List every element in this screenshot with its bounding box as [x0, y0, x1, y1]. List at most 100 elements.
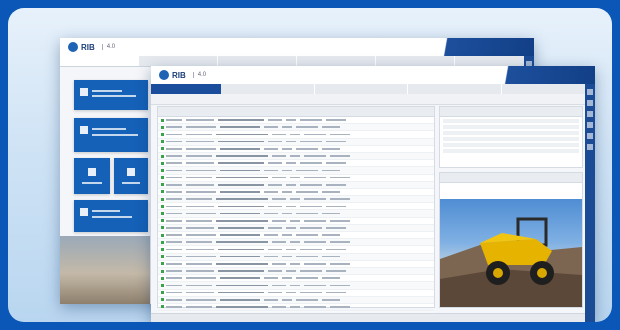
table-row[interactable] [158, 167, 434, 175]
dashboard-tile-4[interactable] [114, 158, 148, 194]
detail-field[interactable] [443, 137, 579, 141]
cell-placeholder [268, 119, 282, 121]
cell-placeholder [186, 306, 212, 308]
front-tab-icons[interactable] [151, 84, 221, 94]
cell-placeholder [186, 270, 214, 272]
table-row[interactable] [158, 152, 434, 161]
table-row[interactable] [158, 203, 434, 211]
tile-line [82, 182, 102, 184]
cell-placeholder [166, 176, 182, 179]
cell-placeholder [166, 227, 182, 229]
cell-placeholder [300, 119, 322, 121]
back-tab-2[interactable] [139, 56, 218, 66]
dashboard-tile-3[interactable] [74, 158, 110, 194]
cell-placeholder [216, 263, 268, 265]
front-tab-2[interactable] [314, 84, 408, 94]
table-row[interactable] [158, 117, 434, 125]
check-icon [161, 219, 164, 223]
sidebar-icon[interactable] [587, 100, 593, 106]
cell-placeholder [186, 162, 214, 165]
back-tab-4[interactable] [297, 56, 376, 66]
cell-placeholder [186, 255, 216, 258]
table-row[interactable] [158, 210, 434, 218]
cell-placeholder [272, 306, 286, 308]
table-row[interactable] [158, 160, 434, 168]
front-tab-4[interactable] [501, 84, 595, 94]
cell-placeholder [264, 298, 278, 301]
cell-placeholder [216, 284, 268, 287]
check-icon [161, 132, 164, 136]
sidebar-icon[interactable] [587, 122, 593, 128]
table-row[interactable] [158, 232, 434, 240]
cell-placeholder [290, 133, 300, 136]
cell-placeholder [326, 248, 346, 251]
check-icon [161, 212, 164, 216]
cell-placeholder [300, 162, 322, 165]
cell-placeholder [166, 119, 182, 121]
table-row[interactable] [158, 275, 434, 283]
cell-placeholder [300, 183, 322, 186]
cell-placeholder [186, 298, 216, 301]
cell-placeholder [166, 219, 182, 222]
cell-placeholder [296, 169, 318, 172]
table-row[interactable] [158, 189, 434, 197]
cell-placeholder [264, 255, 278, 258]
brand-text: RIB [172, 70, 186, 80]
dashboard-tile-2[interactable] [74, 118, 148, 152]
table-row[interactable] [158, 304, 434, 312]
back-titlebar: RIB 4.0 [60, 38, 534, 56]
version-text: 4.0 [192, 72, 206, 78]
cell-placeholder [322, 126, 340, 129]
front-logo: RIB 4.0 [159, 69, 206, 81]
cell-placeholder [296, 298, 318, 301]
front-toolbar [151, 94, 595, 105]
back-tab-1[interactable] [60, 56, 139, 66]
table-row[interactable] [158, 146, 434, 153]
dashboard-tile-icon [80, 208, 88, 216]
table-row[interactable] [158, 181, 434, 189]
dashboard-tile-1[interactable] [74, 80, 148, 110]
table-row[interactable] [158, 138, 434, 146]
sidebar-icon[interactable] [587, 89, 593, 95]
check-icon [161, 305, 164, 309]
detail-field[interactable] [443, 125, 579, 129]
back-tab-6[interactable] [455, 56, 534, 66]
check-icon [161, 197, 164, 201]
detail-field[interactable] [443, 143, 579, 147]
table-row[interactable] [158, 261, 434, 268]
cell-placeholder [186, 133, 212, 136]
sidebar-icon[interactable] [587, 144, 593, 150]
detail-field[interactable] [443, 119, 579, 123]
back-tab-5[interactable] [376, 56, 455, 66]
detail-field[interactable] [443, 131, 579, 135]
table-row[interactable] [158, 267, 434, 276]
table-row[interactable] [158, 246, 434, 254]
back-tab-3[interactable] [218, 56, 297, 66]
cell-placeholder [304, 284, 326, 287]
table-row[interactable] [158, 175, 434, 182]
table-row[interactable] [158, 253, 434, 261]
dashboard-tile-5[interactable] [74, 200, 148, 232]
table-row[interactable] [158, 196, 434, 204]
cell-placeholder [304, 198, 326, 200]
table-row[interactable] [158, 131, 434, 139]
table-row[interactable] [158, 124, 434, 132]
sidebar-icon[interactable] [587, 133, 593, 139]
front-tab-3[interactable] [408, 84, 502, 94]
front-tab-1[interactable] [221, 84, 315, 94]
table-row[interactable] [158, 224, 434, 232]
table-row[interactable] [158, 282, 434, 290]
cell-placeholder [166, 263, 182, 265]
detail-field[interactable] [443, 149, 579, 153]
cell-placeholder [322, 191, 340, 193]
sidebar-icon[interactable] [587, 111, 593, 117]
check-icon [161, 168, 164, 172]
table-row[interactable] [158, 290, 434, 297]
table-row[interactable] [158, 218, 434, 225]
check-icon [161, 276, 164, 280]
cell-placeholder [216, 176, 268, 179]
cell-placeholder [330, 306, 350, 308]
cell-placeholder [300, 140, 322, 143]
table-row[interactable] [158, 239, 434, 247]
table-row[interactable] [158, 296, 434, 304]
